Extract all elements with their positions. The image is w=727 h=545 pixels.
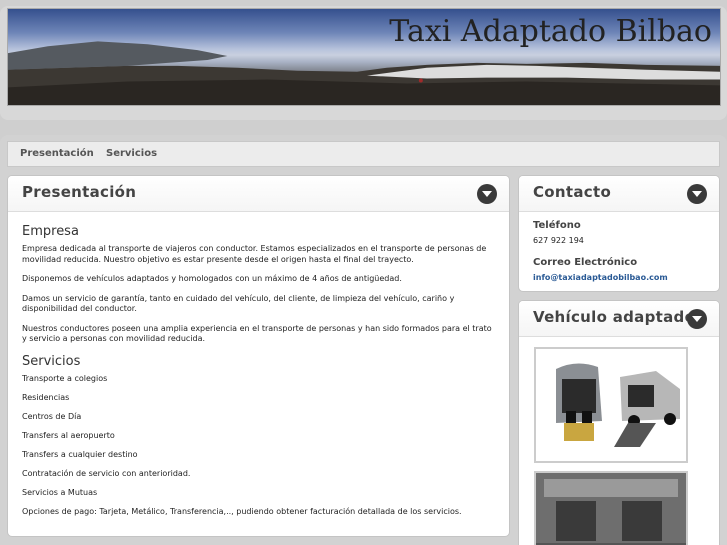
nav-item-presentacion[interactable]: Presentación <box>20 148 94 159</box>
service-item: Servicios a Mutuas <box>22 487 98 497</box>
nav-item-servicios[interactable]: Servicios <box>106 148 157 159</box>
navbar: Presentación Servicios <box>7 141 720 167</box>
van-interior-image <box>536 473 686 545</box>
panel-title: Contacto <box>533 183 612 201</box>
service-item: Contratación de servicio con anteriorida… <box>22 468 191 478</box>
service-item: Transporte a colegios <box>22 373 108 383</box>
vehicle-panel: Vehículo adaptado <box>518 300 720 545</box>
paragraph: Nuestros conductores poseen una amplia e… <box>22 323 492 344</box>
adapted-van-image <box>536 349 686 461</box>
panel-header: Vehículo adaptado <box>519 301 719 337</box>
vehicle-photo[interactable] <box>534 347 688 463</box>
service-item: Transfers al aeropuerto <box>22 430 115 440</box>
header-banner: Taxi Adaptado Bilbao <box>7 8 721 106</box>
contact-panel: Contacto Teléfono 627 922 194 Correo Ele… <box>518 175 720 292</box>
panel-header: Presentación <box>8 176 509 212</box>
panel-body: Teléfono 627 922 194 Correo Electrónico … <box>519 212 719 290</box>
panel-body: Empresa Empresa dedicada al transporte d… <box>8 212 509 516</box>
collapse-toggle-icon[interactable] <box>477 184 497 204</box>
service-item: Centros de Día <box>22 411 82 421</box>
presentation-panel: Presentación Empresa Empresa dedicada al… <box>7 175 510 537</box>
email-label: Correo Electrónico <box>533 257 638 268</box>
phone-value: 627 922 194 <box>533 236 584 245</box>
paragraph: Empresa dedicada al transporte de viajer… <box>22 244 487 264</box>
panel-title: Vehículo adaptado <box>533 308 696 326</box>
site-title: Taxi Adaptado Bilbao <box>389 14 712 49</box>
vehicle-interior-photo[interactable] <box>534 471 688 545</box>
service-item: Transfers a cualquier destino <box>22 449 138 459</box>
paragraph: Disponemos de vehículos adaptados y homo… <box>22 274 402 283</box>
service-item: Residencias <box>22 392 70 402</box>
email-link[interactable]: info@taxiadaptadobilbao.com <box>533 273 705 282</box>
servicios-heading: Servicios <box>22 353 81 369</box>
collapse-toggle-icon[interactable] <box>687 184 707 204</box>
service-item: Opciones de pago: Tarjeta, Metálico, Tra… <box>22 506 462 516</box>
phone-label: Teléfono <box>533 220 581 231</box>
collapse-toggle-icon[interactable] <box>687 309 707 329</box>
paragraph: Damos un servicio de garantía, tanto en … <box>22 293 455 314</box>
panel-header: Contacto <box>519 176 719 212</box>
panel-title: Presentación <box>22 183 137 201</box>
empresa-heading: Empresa <box>22 224 79 239</box>
